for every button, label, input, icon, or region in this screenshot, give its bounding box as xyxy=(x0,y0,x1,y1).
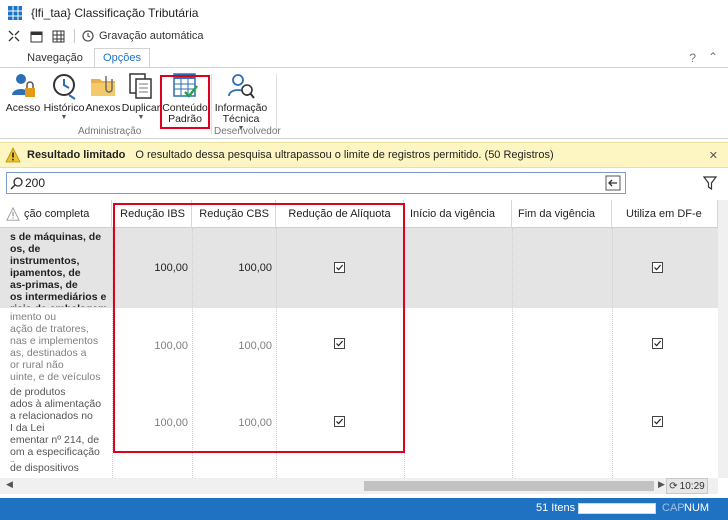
column-header-descricao-label: ção completa xyxy=(24,207,90,220)
refresh-button[interactable]: ⟳ 10:29 xyxy=(666,478,708,494)
search-box xyxy=(6,172,626,194)
row-description: s de máquinas, de os, de instrumentos, i… xyxy=(10,231,107,307)
historico-label: Histórico xyxy=(43,102,85,114)
anexos-button[interactable]: Anexos xyxy=(85,71,121,114)
scroll-right-icon[interactable]: ▶ xyxy=(658,479,665,490)
horizontal-scrollbar[interactable]: ◀ ▶ xyxy=(0,478,718,494)
tab-opcoes[interactable]: Opções xyxy=(94,48,150,68)
search-icon xyxy=(10,177,23,190)
group-label-desenvolvedor: Desenvolvedor xyxy=(214,126,281,137)
column-header-inicio-vigencia[interactable]: Início da vigência xyxy=(404,200,512,228)
duplicar-dropdown-icon: ▼ xyxy=(137,114,145,121)
history-clock-icon xyxy=(53,74,76,100)
autosave-toggle[interactable]: Gravação automática xyxy=(81,29,204,43)
anexos-label: Anexos xyxy=(85,102,121,114)
acesso-label: Acesso xyxy=(5,102,41,114)
item-count: 51 Itens xyxy=(536,502,576,514)
ribbon-panel: Acesso Histórico ▼ Anexos Duplicar ▼ Con… xyxy=(0,67,728,139)
column-divider xyxy=(612,228,613,478)
toolbar-divider xyxy=(74,29,75,43)
checkbox-utiliza-dfe[interactable] xyxy=(652,262,663,273)
title-bar: {lfi_taa} Classificação Tributária xyxy=(0,0,728,26)
search-input[interactable] xyxy=(25,175,585,191)
highlight-box-conteudo-padrao xyxy=(160,75,210,129)
highlight-box-reducao-columns xyxy=(113,203,405,453)
checkbox-utiliza-dfe[interactable] xyxy=(652,416,663,427)
tab-navegacao[interactable]: Navegação xyxy=(24,48,86,68)
group-divider xyxy=(211,74,212,134)
help-icon[interactable]: ? xyxy=(689,51,696,65)
group-divider xyxy=(276,74,277,134)
informacao-tecnica-label: Informação Técnica xyxy=(214,102,268,125)
table-grid-icon[interactable] xyxy=(50,28,66,44)
filter-icon[interactable] xyxy=(702,175,718,191)
autosave-icon xyxy=(82,30,94,42)
app-grid-icon xyxy=(8,6,22,20)
autosave-label: Gravação automática xyxy=(99,30,204,42)
status-bar: 51 Itens CAP NUM xyxy=(0,498,728,520)
duplicar-label: Duplicar xyxy=(121,102,161,114)
quick-access-toolbar: Gravação automática xyxy=(0,26,728,46)
folder-attachment-icon xyxy=(91,76,115,96)
informacao-tecnica-button[interactable]: Informação Técnica ▼ xyxy=(214,71,268,132)
window-title: {lfi_taa} Classificação Tributária xyxy=(31,6,199,20)
group-label-administracao: Administração xyxy=(78,126,142,137)
technical-info-icon xyxy=(228,74,255,99)
warning-message: O resultado dessa pesquisa ultrapassou o… xyxy=(135,149,554,161)
duplicate-icon xyxy=(129,73,152,99)
ribbon-collapse-icon[interactable]: ⌃ xyxy=(708,50,718,64)
data-grid: ção completa Redução IBS Redução CBS Red… xyxy=(0,200,718,478)
ribbon-tabs: Navegação Opções ? ⌃ xyxy=(0,48,728,68)
calendar-icon[interactable] xyxy=(28,28,44,44)
warning-title: Resultado limitado xyxy=(27,149,126,161)
collapse-arrows-icon[interactable] xyxy=(6,28,22,44)
warning-icon xyxy=(5,147,21,163)
checkbox-utiliza-dfe[interactable] xyxy=(652,338,663,349)
close-icon[interactable]: ✕ xyxy=(709,149,718,162)
column-header-utiliza-dfe[interactable]: Utiliza em DF-e xyxy=(612,200,718,228)
check-icon xyxy=(654,264,662,271)
user-lock-icon xyxy=(12,74,35,97)
column-header-fim-vigencia[interactable]: Fim da vigência xyxy=(512,200,612,228)
historico-button[interactable]: Histórico ▼ xyxy=(44,71,84,121)
vertical-scrollbar[interactable] xyxy=(718,200,728,478)
historico-dropdown-icon: ▼ xyxy=(60,114,68,121)
scrollbar-thumb[interactable] xyxy=(364,481,654,491)
duplicar-button[interactable]: Duplicar ▼ xyxy=(121,71,161,121)
row-description: imento ou ação de tratores, nas e implem… xyxy=(10,311,101,385)
check-icon xyxy=(654,340,662,347)
warning-column-icon xyxy=(6,206,20,221)
scroll-left-icon[interactable]: ◀ xyxy=(6,479,13,490)
refresh-icon: ⟳ xyxy=(669,480,678,492)
caps-lock-indicator: CAP xyxy=(662,502,685,514)
check-icon xyxy=(654,418,662,425)
num-lock-indicator: NUM xyxy=(684,502,710,514)
row-description: de dispositivos xyxy=(10,462,79,474)
refresh-time: 10:29 xyxy=(679,480,705,492)
table-row[interactable]: de dispositivos xyxy=(0,462,718,478)
warning-bar: Resultado limitado O resultado dessa pes… xyxy=(0,142,728,168)
acesso-button[interactable]: Acesso xyxy=(5,71,41,114)
progress-bar xyxy=(578,503,656,514)
row-description: de produtos ados à alimentação a relacio… xyxy=(10,386,102,462)
exit-search-icon[interactable] xyxy=(605,175,621,191)
column-divider xyxy=(512,228,513,478)
column-header-descricao[interactable]: ção completa xyxy=(0,200,112,228)
